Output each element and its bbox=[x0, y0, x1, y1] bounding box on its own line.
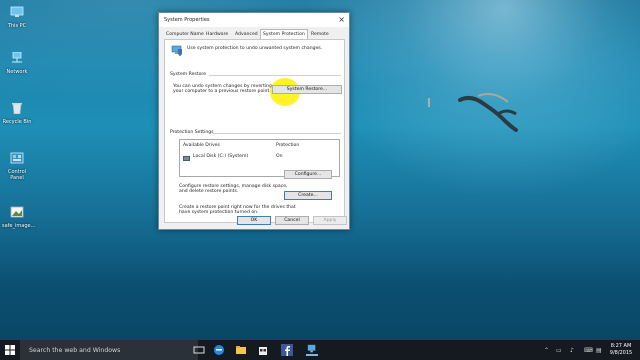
desktop-icon-label: Recycle Bin bbox=[2, 119, 32, 125]
drive-icon bbox=[183, 156, 190, 161]
network-tray-icon[interactable]: ▭ bbox=[556, 347, 562, 354]
system-restore-button[interactable]: System Restore... bbox=[272, 85, 342, 94]
tab-system-protection[interactable]: System Protection bbox=[260, 29, 308, 39]
computer-icon bbox=[10, 6, 24, 17]
restore-description-line2: your computer to a previous restore poin… bbox=[173, 89, 271, 94]
clock-date: 9/8/2015 bbox=[609, 350, 633, 356]
network-icon bbox=[12, 51, 22, 63]
desktop-icon-label: Network bbox=[6, 69, 28, 75]
search-placeholder: Search the web and Windows bbox=[29, 347, 121, 354]
store-icon[interactable] bbox=[257, 344, 269, 356]
image-file-icon bbox=[10, 206, 24, 218]
create-button[interactable]: Create... bbox=[284, 191, 332, 200]
dialog-titlebar[interactable]: System Properties × bbox=[159, 13, 349, 27]
divider bbox=[213, 133, 341, 134]
notification-icon[interactable]: ▤ bbox=[596, 347, 602, 354]
windows-start-icon[interactable] bbox=[0, 340, 20, 360]
taskbar: Search the web and Windows ⌃ ▭ ♪ ⌨ ▤ 8:2… bbox=[0, 340, 640, 360]
drive-protection: On bbox=[276, 154, 283, 159]
configure-button[interactable]: Configure... bbox=[284, 170, 332, 179]
desktop-icon-control-panel[interactable]: Control Panel bbox=[2, 152, 32, 181]
system-protection-icon bbox=[171, 45, 182, 56]
configure-text-line2: and delete restore points. bbox=[179, 189, 239, 194]
close-icon[interactable]: × bbox=[338, 15, 345, 24]
desktop-icon-label: safe_image... bbox=[2, 223, 36, 229]
cancel-button[interactable]: Cancel bbox=[275, 216, 309, 225]
ok-button[interactable]: OK bbox=[237, 216, 271, 225]
task-view-icon[interactable] bbox=[193, 344, 205, 356]
dialog-title: System Properties bbox=[164, 17, 210, 23]
swimmer-figure bbox=[458, 93, 518, 132]
tab-remote[interactable]: Remote bbox=[309, 30, 331, 39]
system-restore-heading: System Restore bbox=[170, 72, 207, 77]
volume-icon[interactable]: ♪ bbox=[570, 347, 574, 354]
ignore bbox=[428, 98, 430, 107]
divider bbox=[209, 75, 341, 76]
search-box[interactable]: Search the web and Windows bbox=[20, 340, 198, 360]
desktop-icon-label: Control Panel bbox=[7, 169, 27, 181]
drive-name: Local Disk (C:) (System) bbox=[193, 154, 249, 159]
tab-hardware[interactable]: Hardware bbox=[204, 30, 231, 39]
desktop-icon-this-pc[interactable]: This PC bbox=[2, 6, 32, 29]
facebook-icon[interactable] bbox=[281, 344, 293, 356]
recycle-bin-icon bbox=[12, 103, 22, 115]
col-header-available-drives: Available Drives bbox=[183, 143, 220, 148]
system-properties-icon[interactable] bbox=[306, 344, 318, 356]
tab-advanced[interactable]: Advanced bbox=[233, 30, 260, 39]
desktop-icon-label: This PC bbox=[7, 23, 27, 29]
apply-button[interactable]: Apply bbox=[313, 216, 347, 225]
desktop-icon-network[interactable]: Network bbox=[2, 51, 32, 75]
protection-settings-heading: Protection Settings bbox=[170, 130, 214, 135]
create-text-line2: have system protection turned on. bbox=[179, 210, 259, 215]
control-panel-icon bbox=[10, 152, 24, 164]
col-header-protection: Protection bbox=[276, 143, 300, 148]
clock-time: 8:27 AM bbox=[610, 343, 632, 349]
desktop-icon-recycle-bin[interactable]: Recycle Bin bbox=[2, 102, 32, 125]
desktop: This PC Network Recycle Bin Control Pane… bbox=[0, 0, 640, 340]
keyboard-icon[interactable]: ⌨ bbox=[584, 347, 593, 354]
clock[interactable]: 8:27 AM 9/8/2015 bbox=[604, 343, 638, 357]
tray-chevron-icon[interactable]: ⌃ bbox=[544, 347, 549, 354]
desktop-icon-safe-image[interactable]: safe_image... bbox=[2, 206, 36, 229]
tab-computer-name[interactable]: Computer Name bbox=[164, 30, 206, 39]
file-explorer-icon[interactable] bbox=[235, 344, 247, 356]
edge-icon[interactable] bbox=[213, 344, 225, 356]
intro-text: Use system protection to undo unwanted s… bbox=[187, 46, 323, 51]
